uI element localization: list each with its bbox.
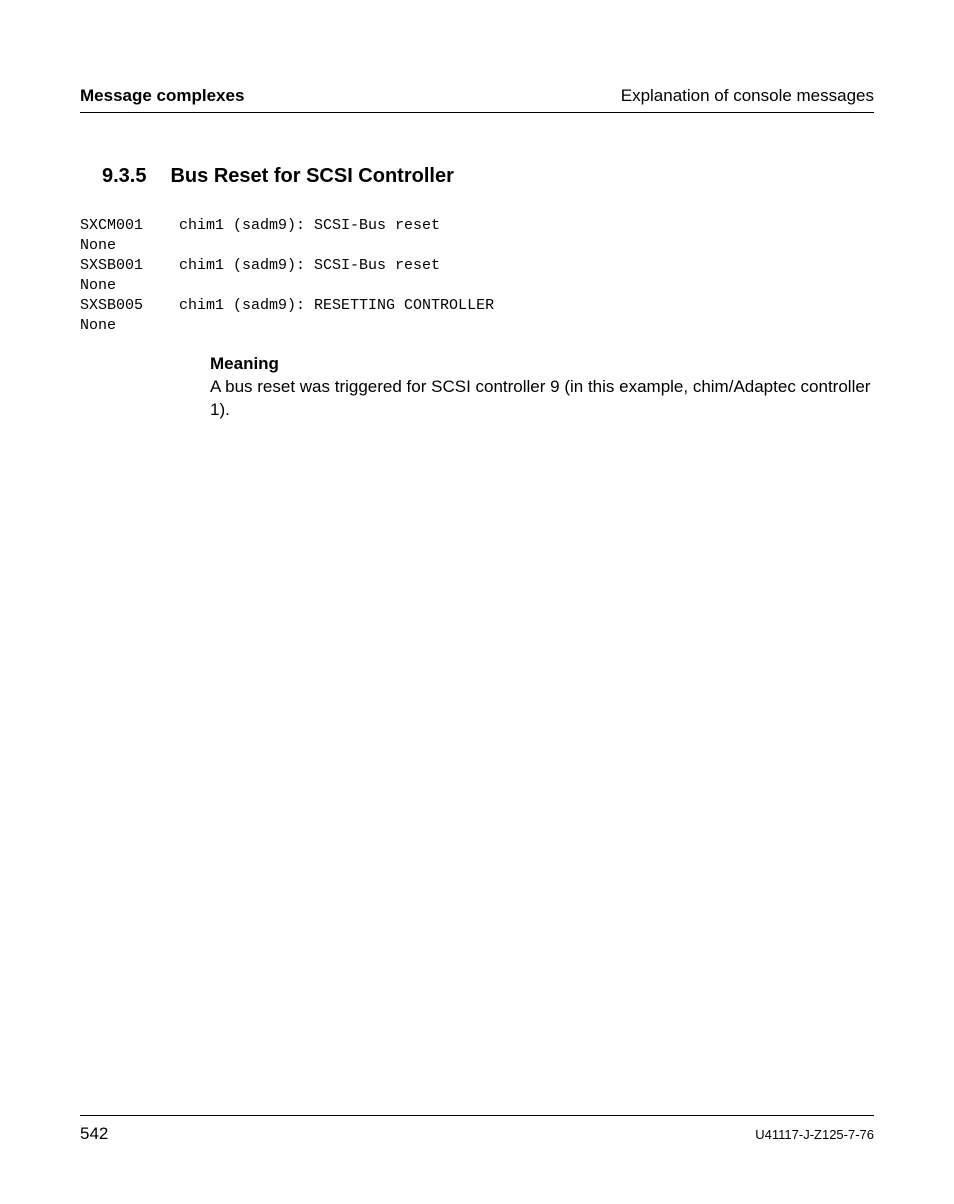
header-right-text: Explanation of console messages	[621, 86, 874, 106]
section-heading: 9.3.5 Bus Reset for SCSI Controller	[80, 165, 874, 188]
document-id: U41117-J-Z125-7-76	[755, 1127, 874, 1142]
footer-row: 542 U41117-J-Z125-7-76	[80, 1124, 874, 1144]
page-number: 542	[80, 1124, 108, 1144]
meaning-label: Meaning	[210, 354, 874, 374]
meaning-text: A bus reset was triggered for SCSI contr…	[210, 376, 874, 422]
page-footer: 542 U41117-J-Z125-7-76	[80, 1115, 874, 1144]
meaning-block: Meaning A bus reset was triggered for SC…	[210, 354, 874, 422]
section-title: Bus Reset for SCSI Controller	[170, 165, 453, 188]
page-header: Message complexes Explanation of console…	[80, 86, 874, 113]
code-listing: SXCM001 chim1 (sadm9): SCSI-Bus reset No…	[80, 216, 874, 336]
footer-rule	[80, 1115, 874, 1116]
header-left-text: Message complexes	[80, 86, 244, 106]
section-number: 9.3.5	[102, 165, 146, 188]
